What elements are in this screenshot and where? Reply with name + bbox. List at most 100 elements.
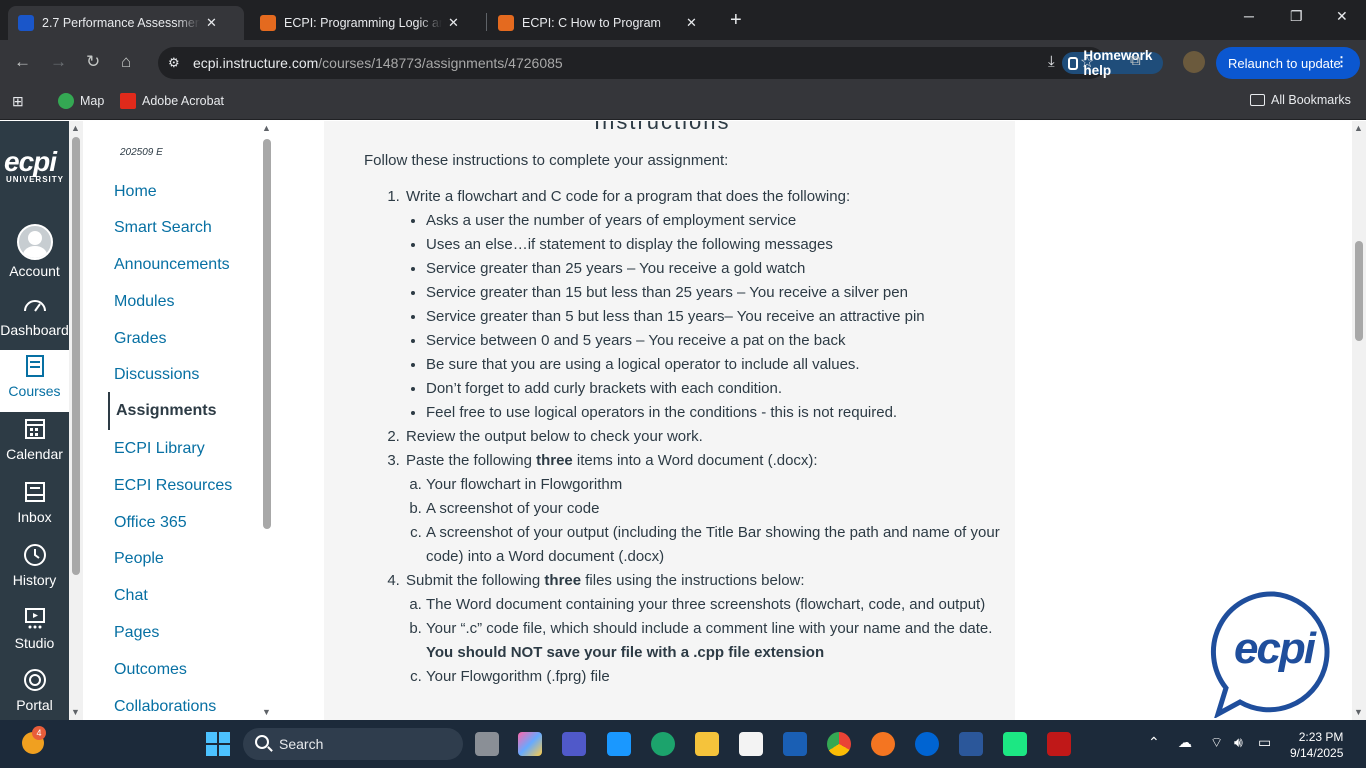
windows-start-icon[interactable] xyxy=(206,732,230,756)
course-nav-people[interactable]: People xyxy=(114,550,164,568)
course-nav-grades[interactable]: Grades xyxy=(114,330,166,348)
scrollbar-thumb[interactable] xyxy=(263,139,271,529)
relaunch-button[interactable]: Relaunch to update ⋮ xyxy=(1216,47,1360,79)
edge-icon[interactable] xyxy=(651,732,675,756)
tab-performance-assessment[interactable]: 2.7 Performance Assessment: Ur ✕ xyxy=(8,6,244,40)
hulu-icon[interactable] xyxy=(1003,732,1027,756)
nav-label: Calendar xyxy=(6,446,63,462)
global-nav-scrollbar[interactable]: ▲ ▼ xyxy=(69,121,83,720)
course-nav-ecpi-library[interactable]: ECPI Library xyxy=(114,440,205,458)
tab-title: 2.7 Performance Assessment: Ur xyxy=(42,16,200,30)
course-nav-discussions[interactable]: Discussions xyxy=(114,366,199,384)
close-tab-icon[interactable]: ✕ xyxy=(686,15,697,31)
volume-icon[interactable]: 🔊︎ xyxy=(1234,734,1243,751)
map-icon xyxy=(58,93,74,109)
tab-title: ECPI: C How to Program xyxy=(522,16,661,30)
all-bookmarks-folder[interactable]: All Bookmarks xyxy=(1250,93,1351,107)
home-icon[interactable]: ⌂ xyxy=(121,52,131,72)
scroll-down-icon[interactable]: ▼ xyxy=(71,707,80,717)
task-view-icon[interactable] xyxy=(475,732,499,756)
scroll-up-icon[interactable]: ▲ xyxy=(262,123,271,133)
course-nav-chat[interactable]: Chat xyxy=(114,587,148,605)
nav-calendar[interactable]: Calendar xyxy=(0,413,69,475)
list-item-text: Your “.c” code file, which should includ… xyxy=(426,620,993,637)
course-nav-home[interactable]: Home xyxy=(114,183,157,201)
tab-search-icon[interactable]: ⧉ xyxy=(1130,52,1141,69)
crunchyroll-icon[interactable] xyxy=(871,732,895,756)
address-bar[interactable]: ⚙ ecpi.instructure.com/courses/148773/as… xyxy=(158,47,1164,79)
course-nav-collaborations[interactable]: Collaborations xyxy=(114,698,216,716)
system-clock[interactable]: 2:23 PM 9/14/2025 xyxy=(1290,729,1343,761)
tab-programming-logic[interactable]: ECPI: Programming Logic and D ✕ xyxy=(250,6,484,40)
nav-dashboard[interactable]: Dashboard xyxy=(0,289,69,351)
battery-icon[interactable]: ▭ xyxy=(1258,734,1271,751)
course-nav-outcomes[interactable]: Outcomes xyxy=(114,661,187,679)
close-tab-icon[interactable]: ✕ xyxy=(206,15,217,31)
step-3-items: Your flowchart in Flowgorithm A screensh… xyxy=(426,473,1004,569)
scrollbar-thumb[interactable] xyxy=(1355,241,1363,341)
nav-courses[interactable]: Courses xyxy=(0,350,69,412)
scroll-up-icon[interactable]: ▲ xyxy=(71,123,80,133)
nav-inbox[interactable]: Inbox xyxy=(0,476,69,538)
mcafee-icon[interactable] xyxy=(1047,732,1071,756)
apps-grid-icon[interactable]: ⊞ xyxy=(12,93,24,110)
app-icon[interactable] xyxy=(783,732,807,756)
scrollbar-thumb[interactable] xyxy=(72,137,80,575)
paramount-icon[interactable] xyxy=(915,732,939,756)
teams-icon[interactable] xyxy=(562,732,586,756)
restore-icon[interactable]: ❐ xyxy=(1290,8,1303,25)
course-nav-scrollbar[interactable]: ▲ ▼ xyxy=(260,121,274,720)
scroll-up-icon[interactable]: ▲ xyxy=(1354,123,1363,133)
install-app-icon[interactable]: ⤓ xyxy=(1048,53,1055,70)
word-icon[interactable] xyxy=(959,732,983,756)
bookmark-star-icon[interactable]: ☆ xyxy=(1080,52,1094,72)
microsoft-store-icon[interactable] xyxy=(739,732,763,756)
show-hidden-icons-icon[interactable]: ⌃ xyxy=(1148,734,1160,751)
close-window-icon[interactable]: ✕ xyxy=(1336,8,1348,25)
ecpi-logo[interactable]: ecpi UNIVERSITY xyxy=(4,148,66,185)
list-item-bold: You should NOT save your file with a .cp… xyxy=(426,644,825,661)
scroll-down-icon[interactable]: ▼ xyxy=(1354,707,1363,717)
forward-icon[interactable]: → xyxy=(50,52,67,72)
profile-avatar-icon[interactable] xyxy=(1183,51,1205,73)
course-nav-assignments[interactable]: Assignments xyxy=(108,392,216,430)
onedrive-icon[interactable]: ☁ xyxy=(1178,734,1192,751)
course-nav-pages[interactable]: Pages xyxy=(114,624,159,642)
wifi-icon[interactable]: ⌔ xyxy=(1210,734,1223,752)
book-icon xyxy=(498,15,514,31)
page-scrollbar[interactable]: ▲ ▼ xyxy=(1352,121,1366,720)
scroll-down-icon[interactable]: ▼ xyxy=(262,707,271,717)
new-tab-icon[interactable]: + xyxy=(730,9,742,32)
ecpi-chat-button[interactable]: ecpi xyxy=(1210,590,1338,720)
file-explorer-icon[interactable] xyxy=(695,732,719,756)
bookmark-map[interactable]: Map xyxy=(58,93,104,109)
taskbar-search[interactable]: Search xyxy=(243,728,463,760)
bookmark-adobe-acrobat[interactable]: Adobe Acrobat xyxy=(120,93,224,109)
nav-account[interactable]: Account xyxy=(0,220,69,282)
course-nav-ecpi-resources[interactable]: ECPI Resources xyxy=(114,477,232,495)
reload-icon[interactable]: ↻ xyxy=(86,52,100,72)
bullet-item: Service greater than 5 but less than 15 … xyxy=(426,305,1004,329)
course-nav-office-365[interactable]: Office 365 xyxy=(114,514,187,532)
course-nav-smart-search[interactable]: Smart Search xyxy=(114,219,212,237)
close-tab-icon[interactable]: ✕ xyxy=(448,15,459,31)
step-3-bold: three xyxy=(536,452,573,469)
nav-label: Courses xyxy=(8,383,61,399)
step-3-text-end: items into a Word document (.docx): xyxy=(572,452,818,469)
nav-studio[interactable]: Studio xyxy=(0,602,69,664)
homework-help-button[interactable]: Homework help xyxy=(1062,48,1164,78)
back-icon[interactable]: ← xyxy=(14,52,31,72)
chrome-icon[interactable] xyxy=(827,732,851,756)
tab-c-how-to-program[interactable]: ECPI: C How to Program ✕ xyxy=(488,6,722,40)
list-item: Your “.c” code file, which should includ… xyxy=(426,617,1004,665)
copilot-icon[interactable] xyxy=(518,732,542,756)
site-info-icon[interactable]: ⚙ xyxy=(168,55,180,71)
minimize-icon[interactable]: ─ xyxy=(1244,8,1254,24)
nav-history[interactable]: History xyxy=(0,539,69,601)
nav-portal[interactable]: Portal xyxy=(0,664,69,726)
course-nav-modules[interactable]: Modules xyxy=(114,293,174,311)
course-nav-announcements[interactable]: Announcements xyxy=(114,256,230,274)
bullet-item: Service greater than 25 years – You rece… xyxy=(426,257,1004,281)
prime-video-icon[interactable] xyxy=(607,732,631,756)
step-3-text: Paste the following xyxy=(406,452,537,469)
